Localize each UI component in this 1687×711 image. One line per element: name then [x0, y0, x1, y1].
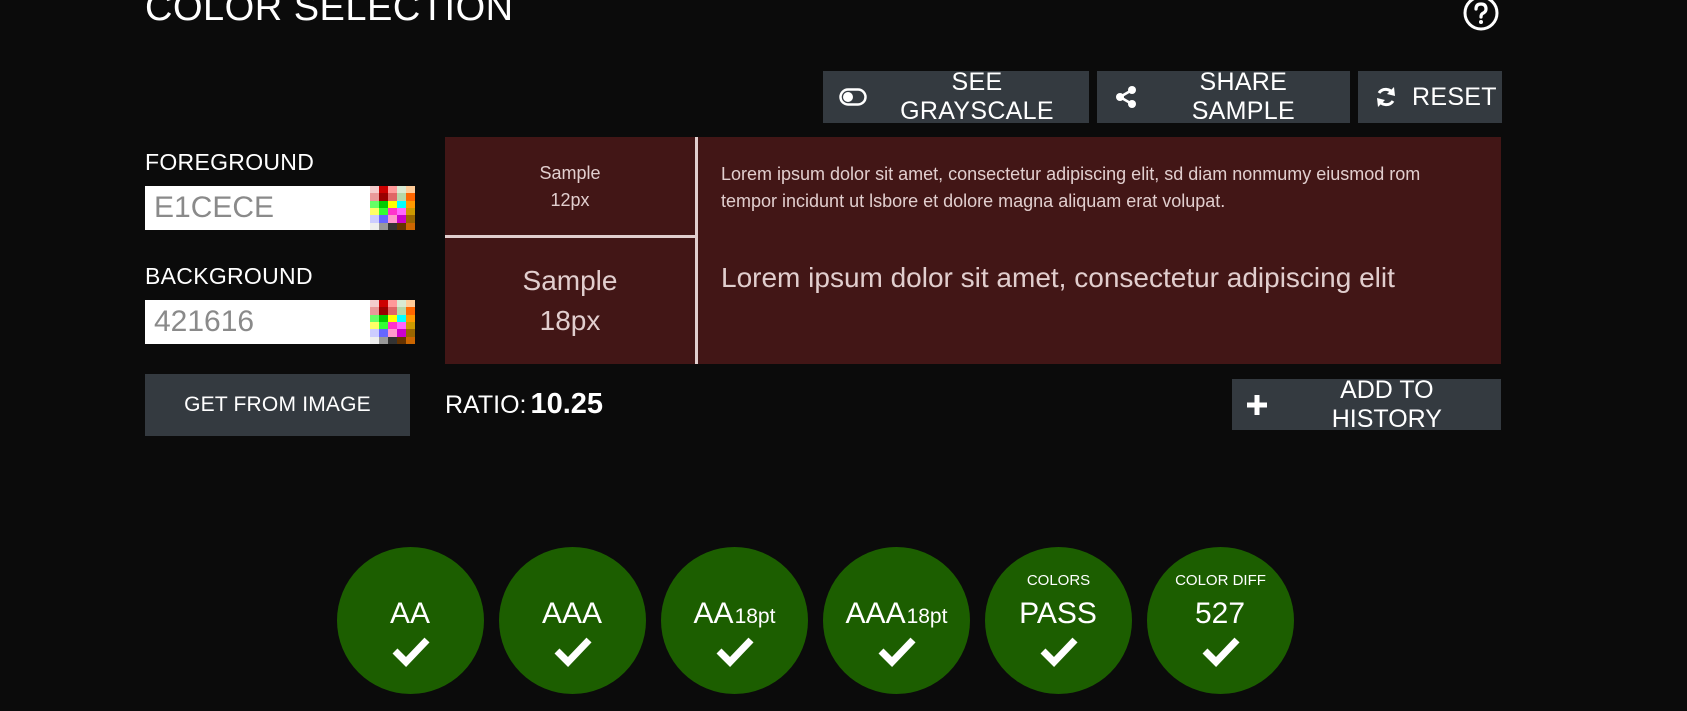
badge-title: AA — [389, 597, 431, 630]
plus-icon — [1247, 394, 1268, 416]
badge-aa-18pt: AA18pt — [661, 547, 808, 694]
get-from-image-button[interactable]: GET FROM IMAGE — [145, 374, 410, 436]
badge-colors: COLORS PASS — [985, 547, 1132, 694]
contrast-ratio: RATIO: 10.25 — [445, 388, 603, 421]
sample-18px-label: Sample — [522, 265, 618, 296]
badge-aaa-18pt: AAA18pt — [823, 547, 970, 694]
page-title: COLOR SELECTION — [145, 0, 514, 29]
badge-aaa: AAA — [499, 547, 646, 694]
check-icon — [554, 637, 592, 667]
compliance-badges: AA AAA AA18pt AAA18pt COLORS PASS COLOR … — [337, 547, 1294, 694]
sample-12px-label: Sample — [539, 162, 601, 183]
check-icon — [716, 637, 754, 667]
toolbar: SEE GRAYSCALE SHARE SAMPLE RESET — [823, 68, 1502, 125]
check-icon — [392, 637, 430, 667]
question-circle-icon[interactable] — [1462, 0, 1500, 32]
foreground-row — [145, 186, 415, 230]
preview-text-large: Lorem ipsum dolor sit amet, consectetur … — [721, 262, 1395, 293]
foreground-label: FOREGROUND — [145, 149, 315, 175]
contrast-preview: Sample 12px Sample 18px Lorem ipsum dolo… — [445, 137, 1501, 364]
share-icon — [1113, 83, 1139, 111]
badge-title: PASS — [1019, 597, 1097, 630]
color-palette-icon[interactable] — [370, 186, 415, 230]
color-palette-icon[interactable] — [370, 300, 415, 344]
toggle-icon — [839, 83, 867, 111]
sample-18px: Sample 18px — [445, 238, 695, 364]
refresh-icon — [1374, 83, 1398, 111]
see-grayscale-button[interactable]: SEE GRAYSCALE — [823, 68, 1089, 125]
ratio-value: 10.25 — [530, 388, 604, 420]
see-grayscale-label: SEE GRAYSCALE — [900, 68, 1054, 125]
share-sample-button[interactable]: SHARE SAMPLE — [1097, 68, 1350, 125]
badge-aa: AA — [337, 547, 484, 694]
check-icon — [1040, 637, 1078, 667]
sample-12px-size: 12px — [550, 189, 590, 210]
badge-caption: COLOR DIFF — [1175, 572, 1266, 589]
badge-title: AA18pt — [693, 597, 776, 630]
badge-title: AAA18pt — [845, 597, 948, 630]
background-input[interactable] — [145, 300, 370, 344]
background-row — [145, 300, 415, 344]
add-to-history-button[interactable]: ADD TO HISTORY — [1232, 376, 1501, 433]
badge-title: AAA — [541, 597, 603, 630]
preview-divider-vertical — [695, 137, 698, 364]
foreground-input[interactable] — [145, 186, 370, 230]
reset-button[interactable]: RESET — [1358, 71, 1502, 123]
background-label: BACKGROUND — [145, 263, 313, 289]
sample-12px: Sample 12px — [445, 137, 695, 236]
add-to-history-label: ADD TO HISTORY — [1331, 375, 1442, 433]
share-sample-label: SHARE SAMPLE — [1191, 68, 1295, 125]
sample-18px-size: 18px — [539, 305, 601, 336]
preview-text-small: Lorem ipsum dolor sit amet, consectetur … — [721, 164, 1421, 211]
check-icon — [1202, 637, 1240, 667]
badge-title: 527 — [1194, 597, 1246, 630]
reset-label: RESET — [1412, 82, 1497, 111]
check-icon — [878, 637, 916, 667]
ratio-label: RATIO: — [445, 391, 527, 419]
badge-color-diff: COLOR DIFF 527 — [1147, 547, 1294, 694]
badge-caption: COLORS — [1026, 572, 1091, 589]
